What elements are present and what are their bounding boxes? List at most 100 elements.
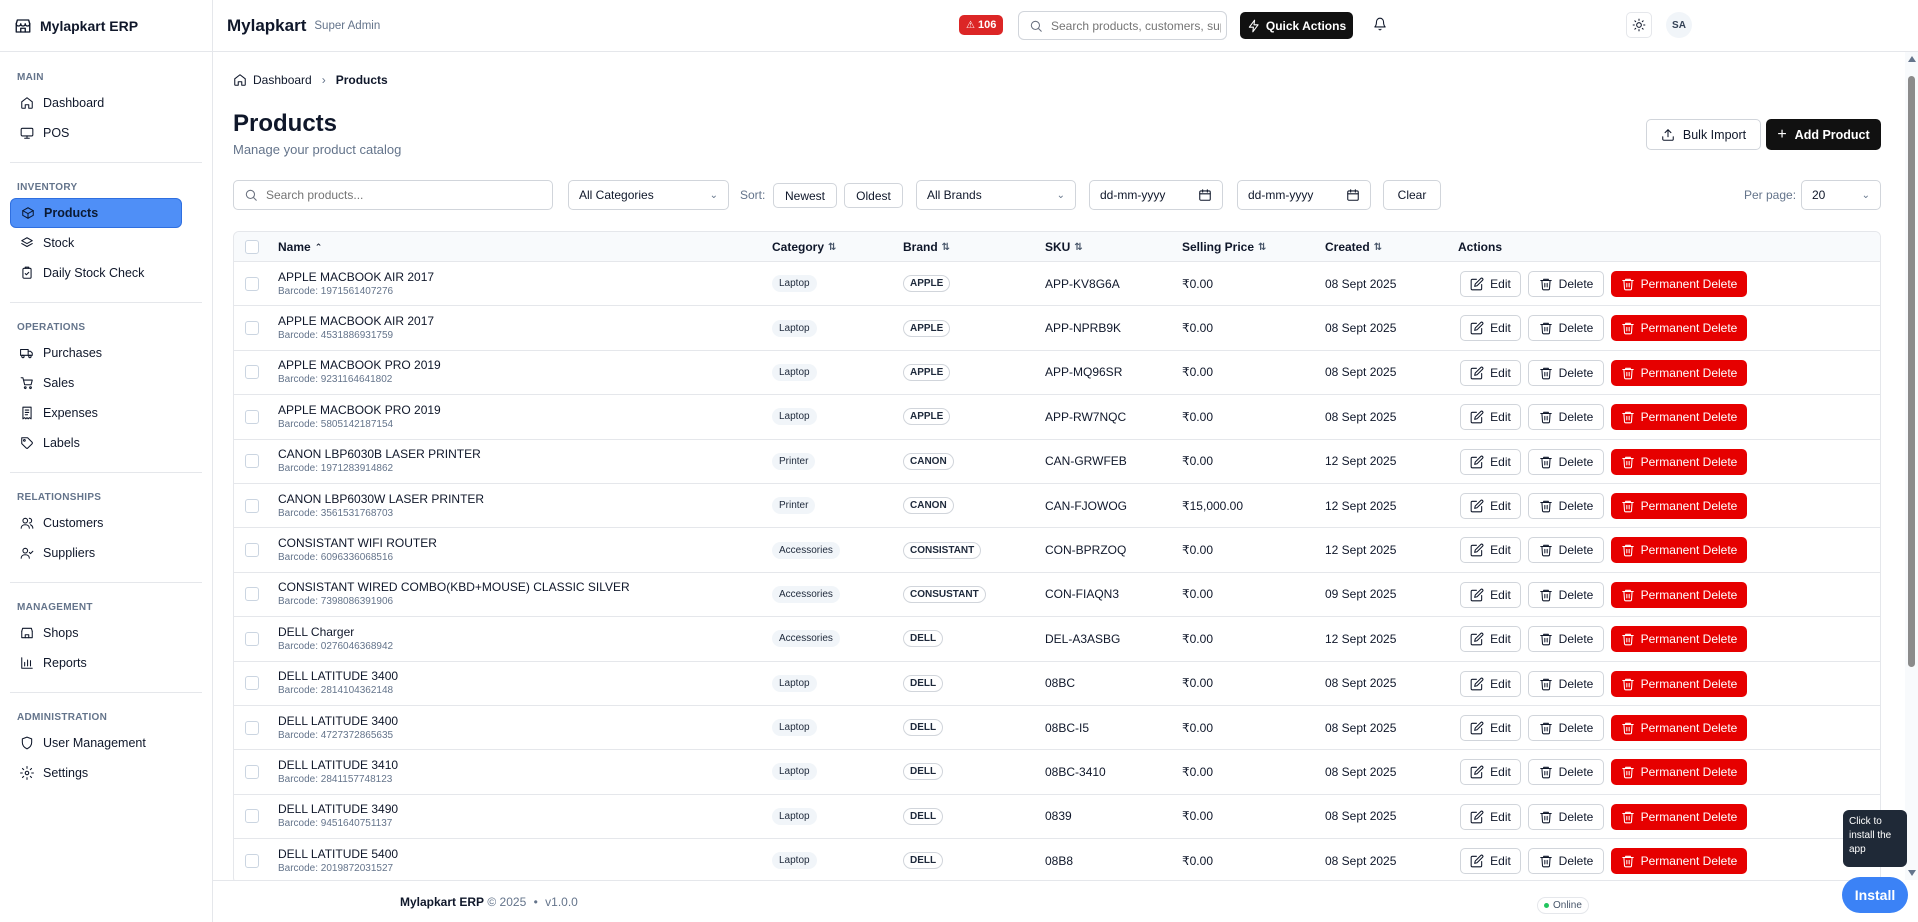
theme-toggle-button[interactable] <box>1626 12 1652 38</box>
bulk-import-button[interactable]: Bulk Import <box>1646 119 1761 150</box>
row-checkbox[interactable] <box>245 631 259 646</box>
per-page-select[interactable]: 20 ⌄ <box>1801 180 1881 210</box>
delete-button[interactable]: Delete <box>1528 448 1604 475</box>
row-checkbox[interactable] <box>245 720 259 735</box>
sidebar-item-user-management[interactable]: User Management <box>10 728 182 758</box>
permanent-delete-button[interactable]: Permanent Delete <box>1611 271 1747 297</box>
brand-select[interactable]: All Brands ⌄ <box>916 180 1076 210</box>
permanent-delete-button[interactable]: Permanent Delete <box>1611 848 1747 875</box>
sidebar-item-dashboard[interactable]: Dashboard <box>10 88 182 118</box>
brand[interactable]: Mylapkart ERP <box>0 0 212 52</box>
delete-button[interactable]: Delete <box>1528 537 1604 564</box>
avatar[interactable]: SA <box>1666 12 1692 38</box>
table-row[interactable]: CONSISTANT WIRED COMBO(KBD+MOUSE) CLASSI… <box>234 573 1880 618</box>
sidebar-item-suppliers[interactable]: Suppliers <box>10 538 182 568</box>
calendar-icon[interactable] <box>1198 188 1212 202</box>
sort-newest-button[interactable]: Newest <box>773 183 837 208</box>
sidebar-item-customers[interactable]: Customers <box>10 508 182 538</box>
permanent-delete-button[interactable]: Permanent Delete <box>1611 359 1747 386</box>
table-row[interactable]: APPLE MACBOOK AIR 2017 Barcode: 453188693… <box>234 306 1880 351</box>
delete-button[interactable]: Delete <box>1528 626 1604 653</box>
bell-icon[interactable] <box>1373 17 1387 31</box>
sidebar-item-reports[interactable]: Reports <box>10 648 182 678</box>
row-checkbox[interactable] <box>245 587 259 602</box>
sidebar-item-expenses[interactable]: Expenses <box>10 398 182 428</box>
delete-button[interactable]: Delete <box>1528 359 1604 386</box>
table-row[interactable]: APPLE MACBOOK PRO 2019 Barcode: 580514218… <box>234 395 1880 440</box>
table-row[interactable]: APPLE MACBOOK AIR 2017 Barcode: 197156140… <box>234 262 1880 307</box>
row-checkbox[interactable] <box>245 543 259 558</box>
row-checkbox[interactable] <box>245 409 259 424</box>
sidebar-item-shops[interactable]: Shops <box>10 618 182 648</box>
table-row[interactable]: DELL LATITUDE 3490 Barcode: 9451640751137… <box>234 795 1880 840</box>
edit-button[interactable]: Edit <box>1460 315 1521 342</box>
table-row[interactable]: CANON LBP6030B LASER PRINTER Barcode: 197… <box>234 440 1880 484</box>
table-row[interactable]: APPLE MACBOOK PRO 2019 Barcode: 923116464… <box>234 351 1880 396</box>
edit-button[interactable]: Edit <box>1460 848 1521 875</box>
date-to-input[interactable]: dd-mm-yyyy <box>1237 180 1371 210</box>
permanent-delete-button[interactable]: Permanent Delete <box>1611 714 1747 741</box>
delete-button[interactable]: Delete <box>1528 581 1604 608</box>
column-name[interactable]: Name ⌃ <box>278 232 322 262</box>
delete-button[interactable]: Delete <box>1528 670 1604 697</box>
row-checkbox[interactable] <box>245 676 259 691</box>
sidebar-item-sales[interactable]: Sales <box>10 368 182 398</box>
table-row[interactable]: CONSISTANT WIFI ROUTER Barcode: 609633606… <box>234 528 1880 573</box>
sidebar-item-settings[interactable]: Settings <box>10 758 182 788</box>
permanent-delete-button[interactable]: Permanent Delete <box>1611 803 1747 830</box>
table-row[interactable]: DELL LATITUDE 3400 Barcode: 2814104362148… <box>234 662 1880 706</box>
sidebar-item-daily-stock-check[interactable]: Daily Stock Check <box>10 258 182 288</box>
sidebar-item-pos[interactable]: POS <box>10 118 182 148</box>
delete-button[interactable]: Delete <box>1528 803 1604 830</box>
alert-badge[interactable]: ⚠ 106 <box>959 15 1004 35</box>
row-checkbox[interactable] <box>245 321 259 336</box>
permanent-delete-button[interactable]: Permanent Delete <box>1611 404 1747 431</box>
edit-button[interactable]: Edit <box>1460 271 1521 297</box>
product-search[interactable] <box>233 180 553 210</box>
scrollbar[interactable] <box>1905 52 1918 880</box>
product-search-input[interactable] <box>266 188 552 202</box>
edit-button[interactable]: Edit <box>1460 759 1521 786</box>
permanent-delete-button[interactable]: Permanent Delete <box>1611 670 1747 697</box>
breadcrumb-home[interactable]: Dashboard <box>253 73 312 87</box>
calendar-icon[interactable] <box>1346 188 1360 202</box>
column-created[interactable]: Created ⇅ <box>1325 232 1382 262</box>
global-search[interactable] <box>1018 11 1227 40</box>
scroll-up-icon[interactable] <box>1908 56 1916 62</box>
delete-button[interactable]: Delete <box>1528 759 1604 786</box>
table-row[interactable]: DELL LATITUDE 5400 Barcode: 2019872031527… <box>234 839 1880 884</box>
column-brand[interactable]: Brand ⇅ <box>903 232 950 262</box>
sidebar-item-products[interactable]: Products <box>10 198 182 228</box>
delete-button[interactable]: Delete <box>1528 492 1604 519</box>
delete-button[interactable]: Delete <box>1528 404 1604 431</box>
edit-button[interactable]: Edit <box>1460 670 1521 697</box>
row-checkbox[interactable] <box>245 809 259 824</box>
column-category[interactable]: Category ⇅ <box>772 232 836 262</box>
permanent-delete-button[interactable]: Permanent Delete <box>1611 448 1747 475</box>
add-product-button[interactable]: + Add Product <box>1766 119 1881 150</box>
scroll-down-icon[interactable] <box>1908 870 1916 876</box>
home-icon[interactable] <box>233 73 247 87</box>
column-sku[interactable]: SKU ⇅ <box>1045 232 1083 262</box>
edit-button[interactable]: Edit <box>1460 714 1521 741</box>
edit-button[interactable]: Edit <box>1460 448 1521 475</box>
edit-button[interactable]: Edit <box>1460 359 1521 386</box>
edit-button[interactable]: Edit <box>1460 537 1521 564</box>
edit-button[interactable]: Edit <box>1460 803 1521 830</box>
permanent-delete-button[interactable]: Permanent Delete <box>1611 492 1747 519</box>
column-price[interactable]: Selling Price ⇅ <box>1182 232 1266 262</box>
table-row[interactable]: DELL LATITUDE 3400 Barcode: 4727372865635… <box>234 706 1880 751</box>
edit-button[interactable]: Edit <box>1460 404 1521 431</box>
sidebar-item-labels[interactable]: Labels <box>10 428 182 458</box>
sidebar-item-stock[interactable]: Stock <box>10 228 182 258</box>
row-checkbox[interactable] <box>245 365 259 380</box>
date-from-input[interactable]: dd-mm-yyyy <box>1089 180 1223 210</box>
permanent-delete-button[interactable]: Permanent Delete <box>1611 581 1747 608</box>
permanent-delete-button[interactable]: Permanent Delete <box>1611 626 1747 653</box>
select-all-checkbox[interactable] <box>245 240 259 254</box>
delete-button[interactable]: Delete <box>1528 271 1604 297</box>
install-button[interactable]: Install <box>1842 877 1908 913</box>
row-checkbox[interactable] <box>245 853 259 868</box>
clear-filters-button[interactable]: Clear <box>1383 180 1441 210</box>
table-row[interactable]: CANON LBP6030W LASER PRINTER Barcode: 356… <box>234 484 1880 529</box>
